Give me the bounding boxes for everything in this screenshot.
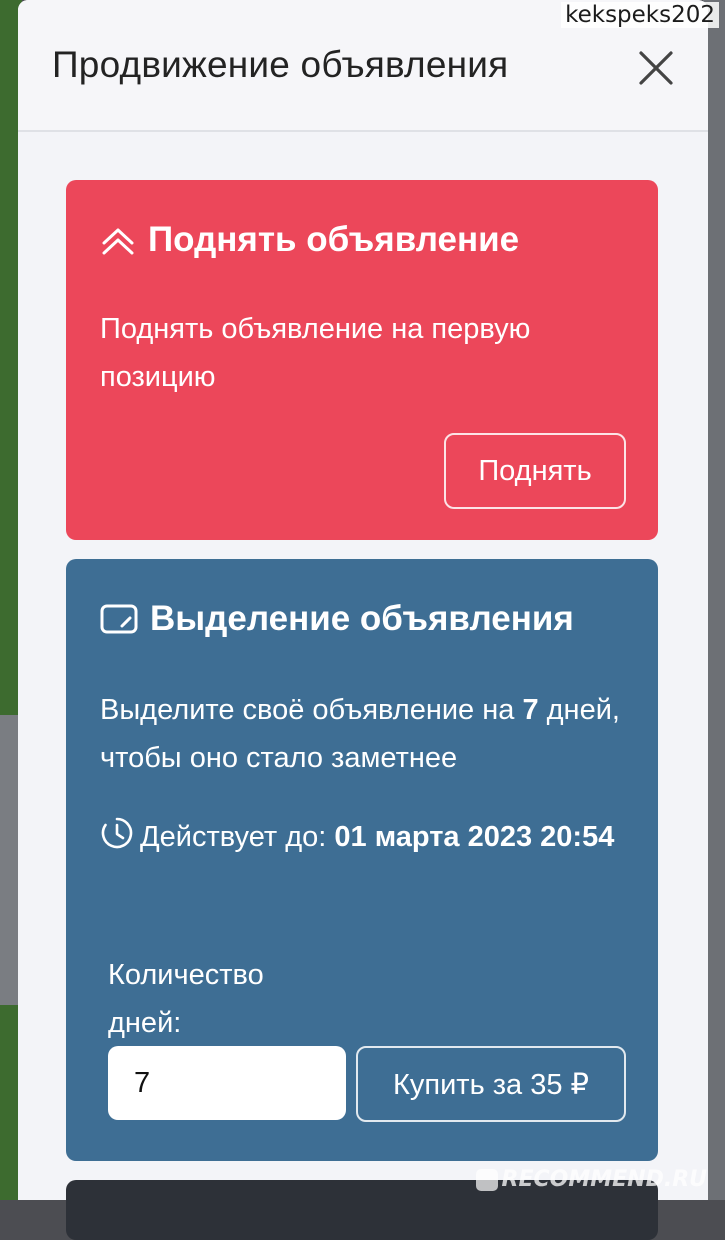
- quantity-label: Количество дней:: [108, 959, 264, 1039]
- highlight-ad-title: Выделение объявления: [100, 599, 574, 639]
- valid-until-label: Действует до:: [140, 821, 335, 853]
- valid-until-date: 01 марта 2023 20:54: [334, 821, 615, 853]
- raise-ad-title-text: Поднять объявление: [148, 220, 520, 259]
- highlight-ad-card: Выделение объявления Выделите своё объяв…: [66, 559, 658, 1161]
- raise-ad-title: Поднять объявление: [100, 220, 519, 260]
- buy-highlight-button[interactable]: Купить за 35 ₽: [356, 1046, 626, 1122]
- close-button[interactable]: [636, 48, 676, 88]
- highlight-ad-title-text: Выделение объявления: [150, 599, 574, 638]
- raise-button[interactable]: Поднять: [444, 433, 626, 509]
- site-watermark-text: RECOMMEND.RU: [501, 1167, 707, 1192]
- highlight-ad-description: Выделите своё объявление на 7 дней, чтоб…: [100, 686, 640, 782]
- raise-ad-description: Поднять объявление на первую позицию: [100, 313, 531, 393]
- description-prefix: Выделите своё объявление на: [100, 694, 523, 726]
- valid-until-row: Действует до: 01 марта 2023 20:54: [100, 812, 620, 866]
- clock-icon: [100, 816, 134, 866]
- modal-title: Продвижение объявления: [52, 44, 509, 85]
- username-watermark: kekspeks202: [561, 2, 719, 28]
- double-chevron-up-icon: [100, 223, 136, 257]
- site-watermark: RECOMMEND.RU: [475, 1167, 707, 1192]
- raise-ad-card: Поднять объявление Поднять объявление на…: [66, 180, 658, 540]
- recommend-logo-icon: [475, 1168, 498, 1191]
- quantity-days-input[interactable]: [108, 1046, 346, 1120]
- close-icon: [639, 51, 673, 85]
- description-days: 7: [522, 694, 539, 726]
- highlight-card-icon: [100, 603, 138, 635]
